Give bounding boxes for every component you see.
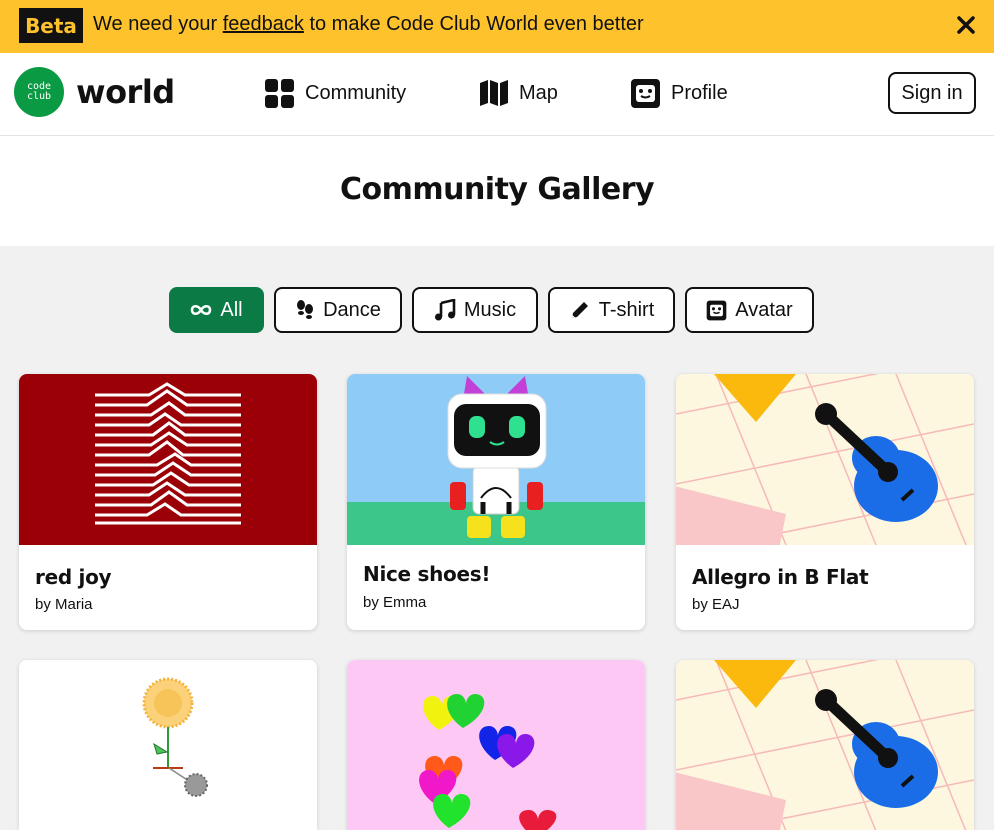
map-icon	[480, 80, 508, 106]
filter-avatar-label: Avatar	[735, 298, 793, 321]
feedback-link[interactable]: feedback	[223, 13, 304, 35]
guitar-image	[676, 374, 974, 545]
code-club-logo[interactable]: code club	[14, 67, 64, 117]
gallery-card[interactable]: Allegro in B Flat by EAJ	[676, 374, 974, 630]
filter-all-label: All	[220, 298, 243, 321]
card-thumbnail	[19, 374, 317, 545]
filter-tshirt[interactable]: T-shirt	[548, 287, 675, 333]
card-thumbnail	[676, 374, 974, 545]
banner-text-before: We need your	[93, 13, 223, 35]
sunflower-image	[142, 677, 208, 797]
face-icon	[706, 300, 727, 320]
robot-avatar-image	[347, 376, 645, 545]
banner-message: We need your feedback to make Code Club …	[93, 13, 644, 36]
nav-community[interactable]: Community	[264, 77, 406, 109]
page-title: Community Gallery	[339, 172, 655, 207]
gallery-card[interactable]	[676, 660, 974, 830]
card-title: Nice shoes!	[363, 562, 491, 586]
nav-map-label: Map	[519, 81, 558, 104]
hearts-image	[419, 694, 557, 830]
filter-music[interactable]: Music	[412, 287, 538, 333]
filter-dance-label: Dance	[323, 298, 381, 321]
card-thumbnail	[347, 660, 645, 830]
grid-icon	[265, 78, 294, 108]
site-header: code club world Community Map Profile Si…	[0, 53, 994, 136]
title-section: Community Gallery	[0, 136, 994, 246]
nav-map[interactable]: Map	[479, 77, 558, 109]
nav-community-label: Community	[305, 81, 407, 104]
close-icon[interactable]	[954, 13, 978, 37]
filter-all[interactable]: All	[169, 287, 264, 333]
face-icon	[631, 78, 660, 108]
card-author: by Maria	[35, 596, 93, 613]
card-author: by EAJ	[692, 596, 740, 613]
beta-badge: Beta	[19, 8, 83, 43]
banner-text-after: to make Code Club World even better	[303, 13, 644, 35]
feedback-banner: Beta We need your feedback to make Code …	[0, 0, 994, 53]
guitar-image	[676, 660, 974, 830]
footprints-icon	[297, 300, 314, 319]
card-author: by Emma	[363, 594, 427, 611]
infinity-icon	[191, 304, 212, 316]
nav-profile-label: Profile	[671, 81, 728, 104]
logo-wordmark[interactable]: world	[76, 73, 175, 111]
pencil-icon	[571, 302, 588, 318]
nav-profile[interactable]: Profile	[630, 77, 728, 109]
filter-dance[interactable]: Dance	[274, 287, 402, 333]
gallery-card[interactable]	[347, 660, 645, 830]
gallery-card[interactable]: red joy by Maria	[19, 374, 317, 630]
music-note-icon	[434, 299, 456, 321]
filter-avatar[interactable]: Avatar	[685, 287, 814, 333]
filter-music-label: Music	[463, 298, 517, 321]
card-title: red joy	[35, 565, 112, 589]
sign-in-button[interactable]: Sign in	[888, 72, 976, 114]
card-title: Allegro in B Flat	[692, 565, 869, 589]
line-art-image	[95, 382, 241, 525]
card-thumbnail	[19, 660, 317, 830]
card-thumbnail	[676, 660, 974, 830]
logo-line-2: club	[26, 91, 52, 102]
filter-tshirt-label: T-shirt	[598, 298, 655, 321]
gallery-card[interactable]: Nice shoes! by Emma	[347, 374, 645, 630]
card-thumbnail	[347, 374, 645, 545]
gallery-card[interactable]	[19, 660, 317, 830]
